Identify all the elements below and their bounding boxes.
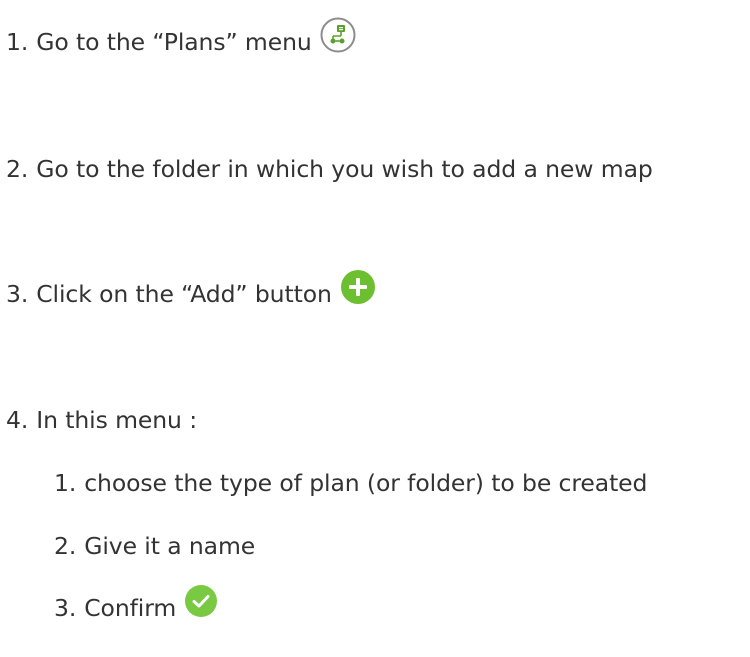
- step-number: 1.: [6, 28, 29, 56]
- step-number: 2.: [6, 155, 29, 183]
- step-text: Go to the “Plans” menu: [36, 28, 312, 56]
- step-number: 4.: [6, 406, 29, 434]
- substep-1: 1. choose the type of plan (or folder) t…: [54, 469, 647, 497]
- substep-2: 2. Give it a name: [54, 532, 255, 560]
- substep-number: 3.: [54, 594, 77, 622]
- confirm-check-icon: [184, 584, 218, 618]
- step-4: 4. In this menu :: [6, 406, 197, 434]
- plans-menu-icon: [320, 17, 356, 53]
- substep-text: Give it a name: [84, 532, 256, 560]
- substep-3: 3. Confirm: [54, 585, 218, 622]
- step-text: In this menu :: [36, 406, 198, 434]
- add-icon: [340, 269, 376, 305]
- step-2: 2. Go to the folder in which you wish to…: [6, 155, 653, 183]
- step-text: Click on the “Add” button: [36, 280, 332, 308]
- step-1: 1. Go to the “Plans” menu: [6, 17, 356, 56]
- substep-text: Confirm: [84, 594, 177, 622]
- step-number: 3.: [6, 280, 29, 308]
- substep-text: choose the type of plan (or folder) to b…: [84, 469, 648, 497]
- substep-number: 1.: [54, 469, 77, 497]
- step-3: 3. Click on the “Add” button: [6, 270, 376, 308]
- step-text: Go to the folder in which you wish to ad…: [36, 155, 653, 183]
- substep-number: 2.: [54, 532, 77, 560]
